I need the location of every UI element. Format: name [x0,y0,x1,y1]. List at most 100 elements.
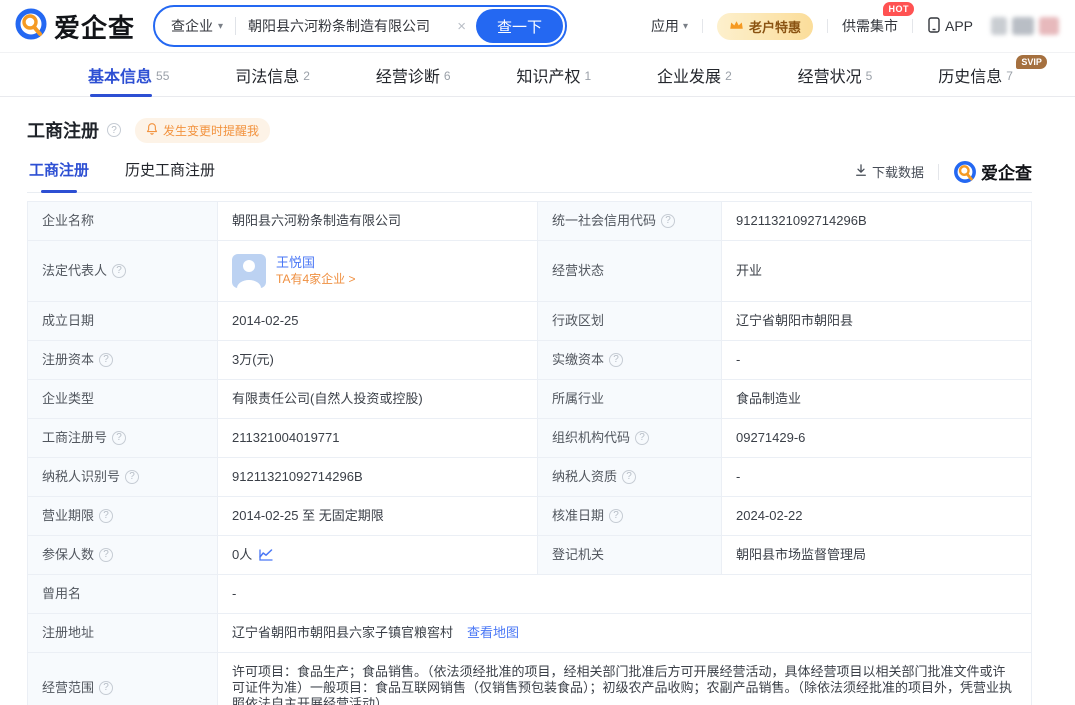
aiqicha-logo[interactable]: 爱企查 [14,7,135,46]
search-category-dropdown[interactable]: 查企业 ▾ [171,16,223,36]
company-name-value: 朝阳县六河粉条制造有限公司 [218,202,538,241]
search-input[interactable] [248,18,447,34]
app-download-link[interactable]: APP [927,17,973,36]
field-label: 纳税人识别号? [28,458,218,497]
tab-count: 7 [1006,69,1013,83]
help-icon[interactable]: ? [661,214,675,228]
top-nav: 应用 ▾ 老户特惠 供需集市 HOT APP [651,13,1059,40]
help-icon[interactable]: ? [112,264,126,278]
paidin-capital-value: - [722,341,1032,380]
field-label: 核准日期? [538,497,722,536]
person-avatar[interactable] [232,254,266,288]
download-data-button[interactable]: 下载数据 [855,162,924,181]
business-term-value: 2014-02-25 至 无固定期限 [218,497,538,536]
active-tab-underline [90,94,152,97]
trend-chart-icon[interactable] [259,549,273,561]
tab-judicial-info[interactable]: 司法信息 2 [235,53,310,96]
registration-number-value: 211321004019771 [218,419,538,458]
help-icon[interactable]: ? [125,470,139,484]
table-row: 营业期限? 2014-02-25 至 无固定期限 核准日期? 2024-02-2… [28,497,1032,536]
tab-history-info[interactable]: 历史信息 7 SVIP [938,53,1013,96]
aiqicha-watermark: 爱企查 [953,159,1032,184]
tab-count: 1 [584,69,591,83]
field-label: 组织机构代码? [538,419,722,458]
apps-menu[interactable]: 应用 ▾ [651,16,688,36]
credit-code-value: 91211321092714296B [722,202,1032,241]
help-icon[interactable]: ? [622,470,636,484]
aiqicha-watermark-icon [953,160,977,184]
former-name-value: - [218,575,1032,614]
table-row: 企业名称 朝阳县六河粉条制造有限公司 统一社会信用代码? 91211321092… [28,202,1032,241]
download-icon [855,164,867,180]
search-bar: 查企业 ▾ × 查一下 [153,5,567,47]
field-label: 注册地址 [28,614,218,653]
help-icon[interactable]: ? [609,509,623,523]
bell-icon [146,122,158,138]
registered-address-cell: 辽宁省朝阳市朝阳县六家子镇官粮窖村查看地图 [218,614,1032,653]
promo-button[interactable]: 老户特惠 [717,13,813,40]
clear-search-icon[interactable]: × [457,18,466,35]
tab-intellectual-property[interactable]: 知识产权 1 [516,53,591,96]
tab-label: 基本信息 [88,63,152,87]
supply-market-link[interactable]: 供需集市 HOT [842,16,898,36]
establish-date-value: 2014-02-25 [218,302,538,341]
main-content: 工商注册 ? 发生变更时提醒我 工商注册 历史工商注册 [0,97,1075,705]
registration-info-table: 企业名称 朝阳县六河粉条制造有限公司 统一社会信用代码? 91211321092… [27,201,1032,705]
tab-operating-status[interactable]: 经营状况 5 [798,53,873,96]
user-avatar-blurred[interactable] [991,17,1059,35]
search-divider [235,17,236,35]
change-reminder-button[interactable]: 发生变更时提醒我 [135,118,270,143]
industry-value: 食品制造业 [722,380,1032,419]
legal-representative-link[interactable]: 王悦国 [276,254,355,271]
help-icon[interactable]: ? [99,681,113,695]
section-header: 工商注册 ? 发生变更时提醒我 [27,97,1032,157]
main-tab-bar: 基本信息 55 司法信息 2 经营诊断 6 知识产权 1 企业发展 2 经营状况… [0,52,1075,97]
table-row: 参保人数? 0人 登记机关 朝阳县市场监督管理局 [28,536,1032,575]
field-label: 营业期限? [28,497,218,536]
help-icon[interactable]: ? [107,123,121,137]
field-label: 工商注册号? [28,419,218,458]
table-row: 纳税人识别号? 91211321092714296B 纳税人资质? - [28,458,1032,497]
field-label: 法定代表人? [28,241,218,302]
crown-icon [729,19,744,34]
field-label: 曾用名 [28,575,218,614]
help-icon[interactable]: ? [99,509,113,523]
related-companies-link[interactable]: TA有4家企业 > [276,271,355,288]
operating-status-value: 开业 [722,241,1032,302]
field-label: 注册资本? [28,341,218,380]
subtab-registration[interactable]: 工商注册 [27,159,91,192]
tab-business-diagnosis[interactable]: 经营诊断 6 [376,53,451,96]
tab-basic-info[interactable]: 基本信息 55 [88,53,169,96]
insured-count-cell: 0人 [218,536,538,575]
field-label: 实缴资本? [538,341,722,380]
tab-count: 2 [303,69,310,83]
tab-label: 历史信息 [938,63,1002,87]
table-row: 注册地址 辽宁省朝阳市朝阳县六家子镇官粮窖村查看地图 [28,614,1032,653]
help-icon[interactable]: ? [99,548,113,562]
app-label: APP [945,18,973,34]
subtab-bar: 工商注册 历史工商注册 下载数据 [27,157,1032,193]
nav-divider [702,19,703,33]
help-icon[interactable]: ? [112,431,126,445]
phone-icon [927,17,941,36]
nav-divider [827,19,828,33]
section-title: 工商注册 [27,117,99,143]
help-icon[interactable]: ? [635,431,649,445]
subtab-history-registration[interactable]: 历史工商注册 [123,159,217,192]
help-icon[interactable]: ? [99,353,113,367]
tab-label: 经营诊断 [376,63,440,87]
tab-label: 企业发展 [657,63,721,87]
registered-capital-value: 3万(元) [218,341,538,380]
tab-company-development[interactable]: 企业发展 2 [657,53,732,96]
tab-label: 知识产权 [516,63,580,87]
table-row: 企业类型 有限责任公司(自然人投资或控股) 所属行业 食品制造业 [28,380,1032,419]
field-label: 经营范围? [28,653,218,705]
search-button[interactable]: 查一下 [476,9,563,43]
view-map-link[interactable]: 查看地图 [467,625,519,640]
search-category-label: 查企业 [171,16,213,36]
promo-label: 老户特惠 [749,17,801,36]
help-icon[interactable]: ? [609,353,623,367]
hot-badge: HOT [883,2,914,16]
company-type-value: 有限责任公司(自然人投资或控股) [218,380,538,419]
field-label: 成立日期 [28,302,218,341]
